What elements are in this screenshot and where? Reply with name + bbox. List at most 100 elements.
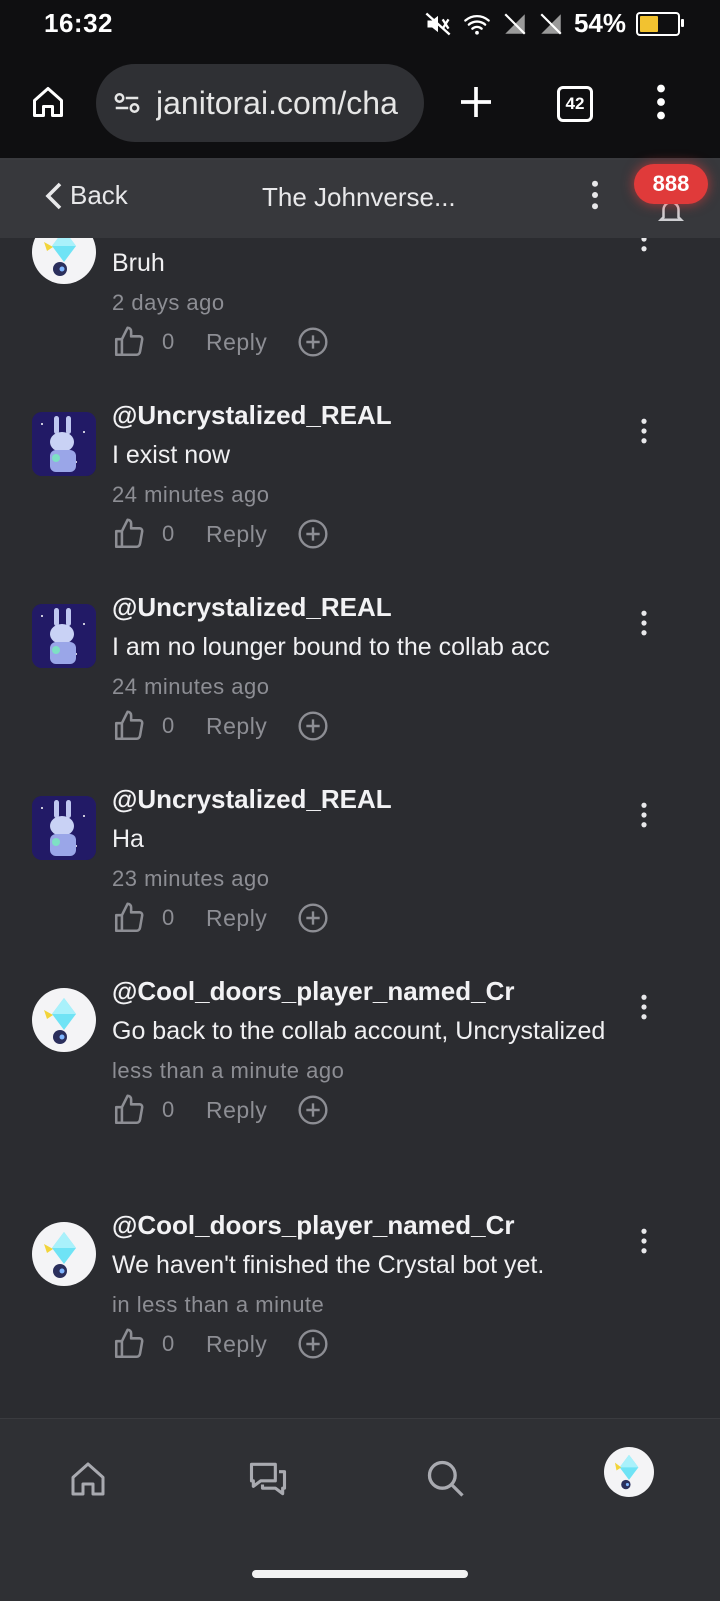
comment-actions: 0 Reply — [112, 900, 630, 936]
thumbs-up-icon[interactable] — [112, 517, 146, 551]
comment-timestamp: 2 days ago — [112, 290, 225, 315]
thumbs-up-icon[interactable] — [112, 901, 146, 935]
kebab-menu-icon[interactable] — [590, 180, 600, 210]
avatar[interactable] — [32, 604, 96, 668]
comment-item: @Cool_doors_player_named_Cr Bruh 2 days … — [0, 238, 720, 420]
add-reaction-icon[interactable] — [297, 1094, 329, 1126]
add-reaction-icon[interactable] — [297, 902, 329, 934]
home-icon[interactable] — [68, 1457, 108, 1501]
add-reaction-icon[interactable] — [297, 1328, 329, 1360]
add-reaction-icon[interactable] — [297, 518, 329, 550]
comment-actions: 0 Reply — [112, 516, 630, 552]
battery-icon — [636, 11, 684, 36]
status-bar: 16:32 54% — [0, 0, 720, 50]
comment-item: @Cool_doors_player_named_Cr Go back to t… — [0, 976, 720, 1188]
comment-actions: 0 Reply — [112, 1092, 630, 1128]
battery-fill — [640, 15, 659, 32]
comment-menu-icon[interactable] — [640, 802, 648, 828]
status-icons: 54% — [424, 8, 684, 39]
address-bar[interactable]: janitorai.com/cha — [96, 64, 424, 142]
notification-badge[interactable]: 888 — [634, 164, 708, 204]
comment-body: @Cool_doors_player_named_Cr Go back to t… — [112, 976, 630, 1128]
comment-username[interactable]: @Uncrystalized_REAL — [112, 592, 630, 623]
comment-username[interactable]: @Cool_doors_player_named_Cr — [112, 1210, 630, 1241]
reply-button[interactable]: Reply — [206, 329, 267, 356]
crystal-avatar-image — [34, 238, 94, 282]
comment-body: @Uncrystalized_REAL I exist now 24 minut… — [112, 400, 630, 552]
home-icon[interactable] — [30, 84, 66, 120]
site-settings-icon[interactable] — [112, 88, 142, 118]
back-button[interactable]: Back — [44, 180, 128, 211]
new-tab-icon[interactable] — [456, 82, 496, 122]
comment-text: I am no lounger bound to the collab acc — [112, 633, 550, 661]
comment-body: @Cool_doors_player_named_Cr We haven't f… — [112, 1210, 630, 1362]
profile-avatar[interactable] — [604, 1447, 654, 1497]
comment-menu-icon[interactable] — [640, 238, 648, 252]
status-time: 16:32 — [44, 8, 113, 38]
home-indicator[interactable] — [252, 1570, 468, 1578]
comment-username[interactable]: @Cool_doors_player_named_Cr — [112, 238, 630, 239]
avatar[interactable] — [32, 796, 96, 860]
chevron-left-icon — [45, 182, 62, 209]
bunny-avatar-image — [32, 604, 96, 668]
reply-button[interactable]: Reply — [206, 1097, 267, 1124]
comment-actions: 0 Reply — [112, 1326, 630, 1362]
chat-icon[interactable] — [246, 1457, 290, 1501]
battery-percent: 54% — [573, 8, 626, 38]
thumbs-up-icon[interactable] — [112, 1093, 146, 1127]
avatar[interactable] — [32, 412, 96, 476]
page-title: The Johnverse... — [262, 182, 456, 212]
comment-item: @Uncrystalized_REAL I am no lounger boun… — [0, 592, 720, 804]
thumbs-up-icon[interactable] — [112, 1327, 146, 1361]
add-reaction-icon[interactable] — [297, 710, 329, 742]
comment-username[interactable]: @Cool_doors_player_named_Cr — [112, 976, 630, 1007]
comment-text: Ha — [112, 825, 144, 853]
like-count: 0 — [162, 713, 175, 738]
bunny-avatar-image — [32, 796, 96, 860]
comment-timestamp: 23 minutes ago — [112, 866, 270, 891]
reply-button[interactable]: Reply — [206, 713, 267, 740]
comment-menu-icon[interactable] — [640, 418, 648, 444]
reply-button[interactable]: Reply — [206, 521, 267, 548]
comment-text: Bruh — [112, 249, 165, 277]
like-count: 0 — [162, 905, 175, 930]
thumbs-up-icon[interactable] — [112, 325, 146, 359]
comment-text: Go back to the collab account, Uncrystal… — [112, 1017, 606, 1045]
no-signal-icon — [540, 12, 562, 35]
thumbs-up-icon[interactable] — [112, 709, 146, 743]
comment-list: @Cool_doors_player_named_Cr Bruh 2 days … — [0, 238, 720, 1438]
comment-body: @Uncrystalized_REAL Ha 23 minutes ago 0 … — [112, 784, 630, 936]
like-count: 0 — [162, 1097, 175, 1122]
comment-username[interactable]: @Uncrystalized_REAL — [112, 784, 630, 815]
comment-item: @Uncrystalized_REAL I exist now 24 minut… — [0, 400, 720, 612]
chat-header: Back The Johnverse... 888 — [0, 160, 720, 238]
back-label: Back — [70, 180, 128, 210]
avatar[interactable] — [32, 238, 96, 284]
comment-item: @Cool_doors_player_named_Cr We haven't f… — [0, 1210, 720, 1422]
comment-menu-icon[interactable] — [640, 994, 648, 1020]
more-icon[interactable] — [654, 84, 668, 120]
like-count: 0 — [162, 329, 175, 354]
bunny-avatar-image — [32, 412, 96, 476]
crystal-avatar-image — [34, 990, 94, 1050]
comment-menu-icon[interactable] — [640, 610, 648, 636]
avatar[interactable] — [32, 1222, 96, 1286]
search-icon[interactable] — [424, 1457, 468, 1501]
add-reaction-icon[interactable] — [297, 326, 329, 358]
crystal-avatar-image — [605, 1448, 653, 1496]
reply-button[interactable]: Reply — [206, 905, 267, 932]
comment-actions: 0 Reply — [112, 708, 630, 744]
like-count: 0 — [162, 1331, 175, 1356]
comment-timestamp: less than a minute ago — [112, 1058, 345, 1083]
comment-text: We haven't finished the Crystal bot yet. — [112, 1251, 545, 1279]
wifi-icon — [464, 14, 490, 35]
comment-menu-icon[interactable] — [640, 1228, 648, 1254]
comment-username[interactable]: @Uncrystalized_REAL — [112, 400, 630, 431]
comment-timestamp: 24 minutes ago — [112, 482, 270, 507]
reply-button[interactable]: Reply — [206, 1331, 267, 1358]
comment-item: @Uncrystalized_REAL Ha 23 minutes ago 0 … — [0, 784, 720, 996]
url-text[interactable]: janitorai.com/cha — [156, 85, 406, 122]
comment-timestamp: 24 minutes ago — [112, 674, 270, 699]
tab-switcher-button[interactable]: 42 — [557, 86, 593, 122]
avatar[interactable] — [32, 988, 96, 1052]
